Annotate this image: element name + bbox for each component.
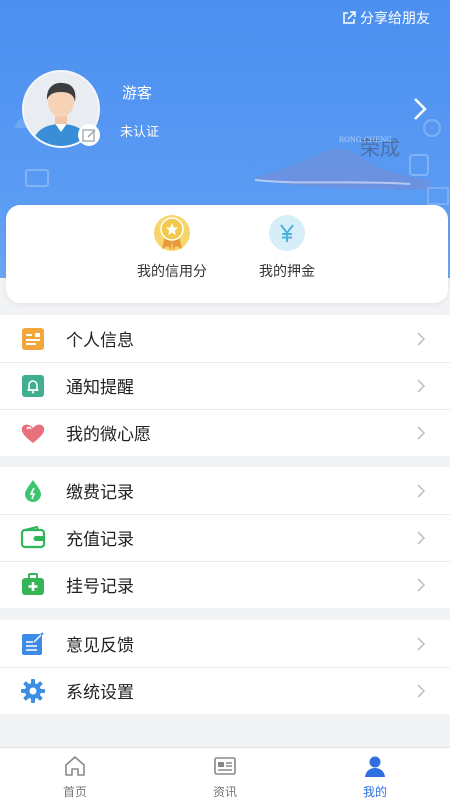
medical-kit-icon [20,572,46,598]
verification-status: 未认证 [120,125,160,140]
credit-score-button[interactable]: 我的信用分 [127,215,217,281]
edit-avatar-icon[interactable] [78,124,100,146]
menu-item-label: 个人信息 [66,331,134,351]
menu-group-personal: 个人信息 通知提醒 我的微心愿 [0,315,450,456]
chevron-right-icon [417,332,426,346]
tab-mine[interactable]: 我的 [300,748,450,800]
menu-group-system: 意见反馈 系统设置 [0,620,450,714]
menu-item-wishes[interactable]: 我的微心愿 [0,409,450,456]
tab-label: 我的 [362,785,387,799]
id-card-icon [20,326,46,352]
menu-item-label: 意见反馈 [66,636,134,656]
menu-item-settings[interactable]: 系统设置 [0,667,450,714]
chevron-right-icon [417,379,426,393]
brand-sub: RONG CHENG [338,136,392,144]
user-icon [365,756,385,777]
drop-icon [20,478,46,504]
menu-item-payment-records[interactable]: 缴费记录 [0,467,450,514]
tab-news[interactable]: 资讯 [150,748,300,800]
yuan-icon [269,215,305,251]
bottom-tab-bar: 首页 资讯 我的 [0,747,450,800]
gear-icon [20,678,46,704]
username: 游客 [122,84,153,102]
chevron-right-icon [417,531,426,545]
menu-item-label: 充值记录 [66,530,134,550]
deposit-label: 我的押金 [259,264,315,280]
menu-item-label: 通知提醒 [66,378,134,398]
menu-item-recharge-records[interactable]: 充值记录 [0,514,450,561]
menu-item-label: 系统设置 [66,683,134,703]
news-icon [214,757,236,775]
credit-score-label: 我的信用分 [137,264,207,280]
chevron-right-icon[interactable] [412,96,428,122]
menu-item-label: 挂号记录 [66,577,134,597]
menu-item-label: 我的微心愿 [66,425,151,445]
tab-label: 资讯 [212,785,237,799]
avatar[interactable] [22,70,100,148]
medal-icon [154,215,190,251]
chevron-right-icon [417,578,426,592]
chevron-right-icon [417,684,426,698]
feedback-icon [20,631,46,657]
bell-icon [20,373,46,399]
wallet-icon [20,525,46,551]
menu-item-label: 缴费记录 [66,483,134,503]
assets-card: 我的信用分 我的押金 [6,205,448,303]
menu-item-feedback[interactable]: 意见反馈 [0,620,450,667]
tab-label: 首页 [62,785,87,799]
menu-item-personal-info[interactable]: 个人信息 [0,315,450,362]
chevron-right-icon [417,426,426,440]
heart-icon [20,420,46,446]
home-icon [65,756,85,776]
tab-home[interactable]: 首页 [0,748,150,800]
share-button[interactable]: 分享给朋友 [341,8,430,28]
menu-group-records: 缴费记录 充值记录 挂号记录 [0,467,450,608]
deposit-button[interactable]: 我的押金 [242,215,332,281]
menu-item-notifications[interactable]: 通知提醒 [0,362,450,409]
chevron-right-icon [417,637,426,651]
share-icon [343,11,356,24]
chevron-right-icon [417,484,426,498]
menu-item-registration-records[interactable]: 挂号记录 [0,561,450,608]
share-label: 分享给朋友 [360,11,430,27]
